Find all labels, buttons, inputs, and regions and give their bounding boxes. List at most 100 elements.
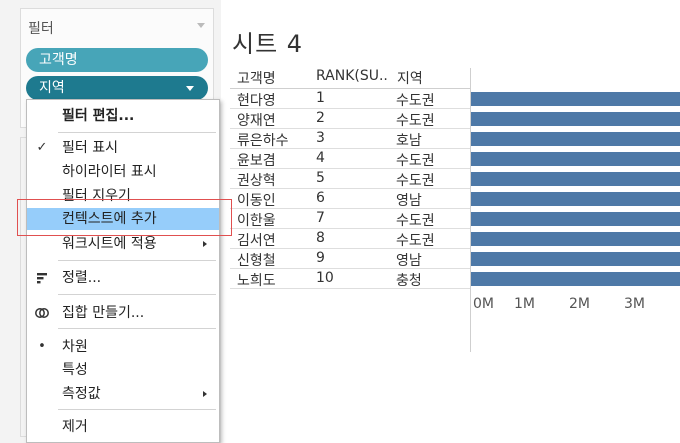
- set-icon: [34, 302, 50, 324]
- cell-region: 수도권: [396, 113, 435, 129]
- cell-customer: 류은하수: [237, 133, 289, 149]
- cell-region: 영남: [396, 193, 422, 209]
- bullet-icon: •: [38, 339, 46, 354]
- check-icon: ✓: [36, 140, 48, 155]
- menu-item-label: 정렬...: [62, 270, 102, 286]
- sort-icon: [34, 267, 50, 289]
- menu-separator: [58, 132, 216, 133]
- menu-item-label: 특성: [62, 362, 88, 378]
- menu-item-show-highlighter[interactable]: 하이라이터 표시: [27, 161, 219, 183]
- bar-mark[interactable]: [471, 92, 680, 106]
- menu-item-label: 하이라이터 표시: [62, 164, 157, 180]
- menu-item-label: 필터 표시: [62, 140, 118, 156]
- bar-mark[interactable]: [471, 252, 680, 266]
- cell-customer: 양재연: [237, 113, 276, 129]
- bar-mark[interactable]: [471, 192, 680, 206]
- cell-rank: 4: [316, 150, 325, 166]
- cell-rank: 9: [316, 250, 325, 266]
- filter-pill-region[interactable]: 지역: [26, 76, 208, 100]
- chevron-down-icon[interactable]: [186, 86, 194, 91]
- cell-rank: 7: [316, 210, 325, 226]
- cell-region: 충청: [396, 273, 422, 289]
- bar-mark[interactable]: [471, 172, 680, 186]
- cell-rank: 6: [316, 190, 325, 206]
- table-row[interactable]: 양재연 2 수도권: [230, 109, 680, 129]
- menu-item-edit-filter[interactable]: 필터 편집...: [27, 105, 219, 127]
- menu-item-label: 필터 편집...: [62, 108, 135, 124]
- filters-title: 필터: [28, 21, 54, 37]
- submenu-arrow-icon: [203, 391, 207, 397]
- table-row[interactable]: 김서연 8 수도권: [230, 229, 680, 249]
- menu-item-label: 집합 만들기...: [62, 305, 145, 321]
- axis-tick-label: 1M: [514, 296, 535, 312]
- cell-region: 수도권: [396, 233, 435, 249]
- submenu-arrow-icon: [203, 241, 207, 247]
- bar-mark[interactable]: [471, 152, 680, 166]
- menu-item-create-set[interactable]: 집합 만들기...: [27, 302, 219, 324]
- column-header-rank[interactable]: RANK(SU..: [316, 68, 388, 84]
- bar-mark[interactable]: [471, 132, 680, 146]
- table-row[interactable]: 권상혁 5 수도권: [230, 169, 680, 189]
- cell-customer: 이동인: [237, 193, 276, 209]
- column-header-customer[interactable]: 고객명: [237, 68, 276, 88]
- cell-region: 수도권: [396, 213, 435, 229]
- bar-mark[interactable]: [471, 112, 680, 126]
- sheet-title: 시트 4: [232, 30, 304, 58]
- cell-rank: 2: [316, 110, 325, 126]
- filter-context-menu: 필터 편집... ✓ 필터 표시 하이라이터 표시 필터 지우기 컨텍스트에 추…: [26, 99, 220, 443]
- axis-tick-label: 2M: [569, 296, 590, 312]
- filter-pill-label: 고객명: [39, 52, 78, 68]
- axis-tick-label: 3M: [624, 296, 645, 312]
- cell-rank: 8: [316, 230, 325, 246]
- bar-mark[interactable]: [471, 272, 680, 286]
- cell-customer: 현다영: [237, 93, 276, 109]
- menu-separator: [58, 328, 216, 329]
- menu-item-label: 차원: [62, 339, 88, 355]
- cell-region: 수도권: [396, 93, 435, 109]
- highlight-callout-box: [17, 199, 232, 236]
- cell-rank: 1: [316, 90, 325, 106]
- menu-item-label: 워크시트에 적용: [62, 236, 157, 252]
- row-divider: [230, 288, 470, 289]
- cell-customer: 이한울: [237, 213, 276, 229]
- filter-pill-customer[interactable]: 고객명: [26, 48, 208, 72]
- table-row[interactable]: 노희도 10 충청: [230, 269, 680, 289]
- cell-rank: 3: [316, 130, 325, 146]
- cell-customer: 노희도: [237, 273, 276, 289]
- menu-item-label: 제거: [62, 419, 88, 435]
- cell-region: 수도권: [396, 173, 435, 189]
- bar-mark[interactable]: [471, 232, 680, 246]
- pane-divider: [470, 68, 471, 352]
- cell-customer: 권상혁: [237, 173, 276, 189]
- column-header-region[interactable]: 지역: [397, 68, 423, 88]
- menu-item-label: 측정값: [62, 386, 101, 402]
- table-row[interactable]: 이동인 6 영남: [230, 189, 680, 209]
- cell-region: 호남: [396, 133, 422, 149]
- menu-item-apply-to-worksheets[interactable]: 워크시트에 적용: [27, 233, 219, 255]
- menu-item-show-filter[interactable]: ✓ 필터 표시: [27, 137, 219, 159]
- filters-card-menu-icon[interactable]: [197, 23, 205, 28]
- cell-customer: 신형철: [237, 253, 276, 269]
- table-row[interactable]: 윤보겸 4 수도권: [230, 149, 680, 169]
- cell-rank: 10: [316, 270, 334, 286]
- menu-separator: [58, 409, 216, 410]
- table-row[interactable]: 류은하수 3 호남: [230, 129, 680, 149]
- table-row[interactable]: 현다영 1 수도권: [230, 89, 680, 109]
- menu-item-sort[interactable]: 정렬...: [27, 267, 219, 289]
- menu-item-measure[interactable]: 측정값: [27, 383, 219, 405]
- filter-pill-label: 지역: [39, 80, 65, 96]
- cell-rank: 5: [316, 170, 325, 186]
- cell-customer: 김서연: [237, 233, 276, 249]
- menu-item-remove[interactable]: 제거: [27, 416, 219, 438]
- menu-item-attribute[interactable]: 특성: [27, 359, 219, 381]
- menu-separator: [58, 260, 216, 261]
- axis-tick-label: 0M: [473, 296, 494, 312]
- menu-item-dimension[interactable]: • 차원: [27, 336, 219, 358]
- cell-region: 영남: [396, 253, 422, 269]
- menu-separator: [58, 294, 216, 295]
- cell-region: 수도권: [396, 153, 435, 169]
- cell-customer: 윤보겸: [237, 153, 276, 169]
- bar-mark[interactable]: [471, 212, 680, 226]
- table-row[interactable]: 신형철 9 영남: [230, 249, 680, 269]
- table-row[interactable]: 이한울 7 수도권: [230, 209, 680, 229]
